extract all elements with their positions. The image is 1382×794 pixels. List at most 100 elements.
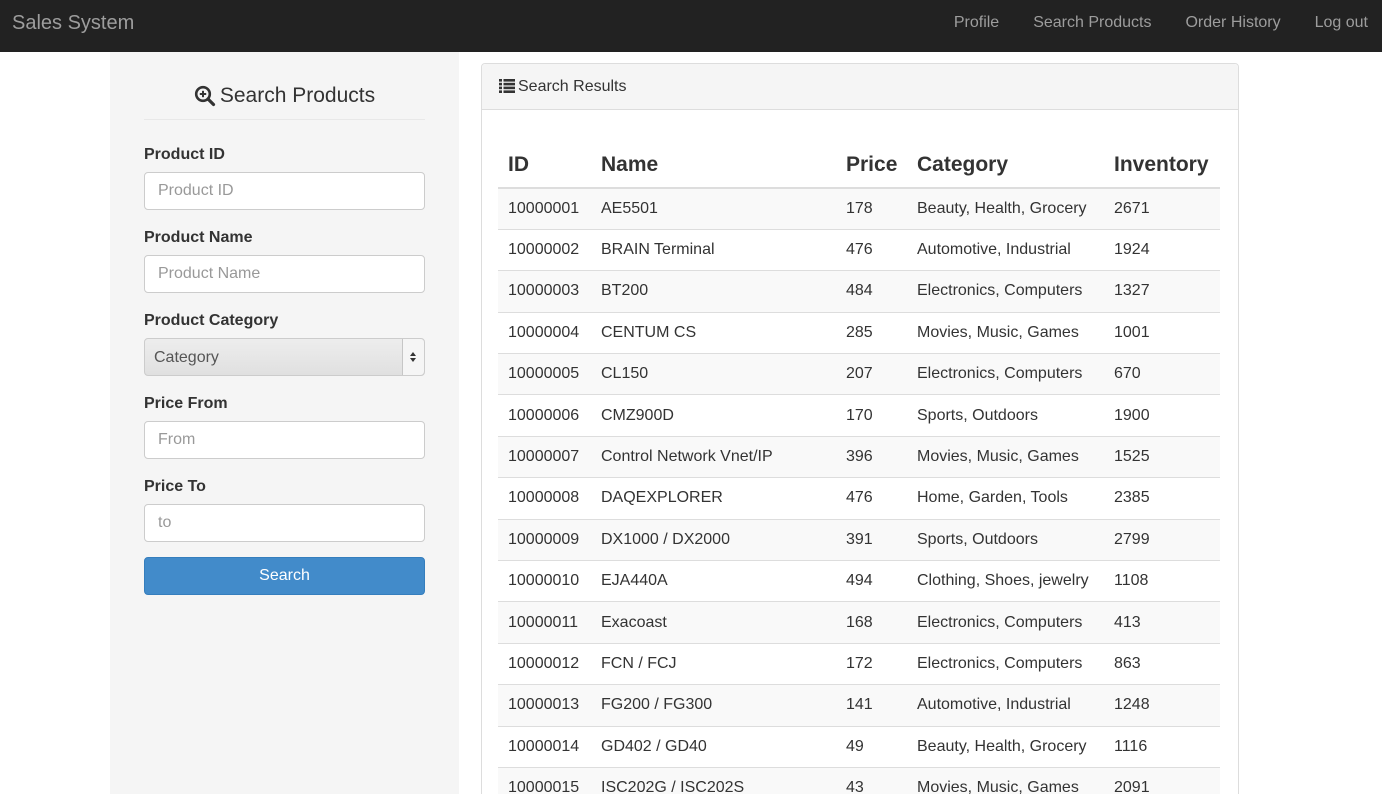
category-select[interactable]: Category	[144, 338, 425, 376]
table-row[interactable]: 10000001 AE5501 178 Beauty, Health, Grocery…	[498, 187, 1220, 230]
table-row[interactable]: 10000013 FG200 / FG300 141 Automotive, Indu…	[498, 684, 1220, 727]
cell-id: 10000012	[498, 642, 591, 685]
cell-id: 10000004	[498, 311, 591, 354]
brand-title[interactable]: Sales System	[12, 12, 134, 34]
table-row[interactable]: 10000009 DX1000 / DX2000 391 Sports, Outdoo…	[498, 518, 1220, 561]
cell-id: 10000001	[498, 187, 591, 230]
cell-name: CENTUM CS	[591, 311, 836, 354]
cell-inventory: 2385	[1104, 477, 1220, 520]
cell-category: Electronics, Computers	[907, 270, 1104, 313]
cell-name: GD402 / GD40	[591, 725, 836, 768]
product-id-group: Product ID	[144, 146, 425, 210]
cell-id: 10000014	[498, 725, 591, 768]
table-row[interactable]: 10000006 CMZ900D 170 Sports, Outdoors 1900	[498, 394, 1220, 437]
cell-price: 494	[836, 560, 907, 602]
cell-name: BT200	[591, 270, 836, 313]
cell-price: 476	[836, 477, 907, 520]
product-category-group: Product Category Category	[144, 312, 425, 376]
cell-inventory: 1001	[1104, 311, 1220, 354]
table-row[interactable]: 10000012 FCN / FCJ 172 Electronics, Compute…	[498, 642, 1220, 685]
cell-name: DX1000 / DX2000	[591, 518, 836, 561]
sidebar-title: Search Products	[219, 84, 376, 107]
price-to-group: Price To	[144, 478, 425, 542]
cell-id: 10000005	[498, 353, 591, 395]
column-header-inventory[interactable]: Inventory	[1104, 143, 1220, 189]
nav-link-search-products[interactable]: Search Products	[1033, 14, 1151, 32]
cell-price: 476	[836, 228, 907, 271]
cell-price: 172	[836, 642, 907, 685]
table-row[interactable]: 10000002 BRAIN Terminal 476 Automotive, Ind…	[498, 228, 1220, 271]
table-row[interactable]: 10000004 CENTUM CS 285 Movies, Music, Games…	[498, 311, 1220, 354]
cell-name: FCN / FCJ	[591, 642, 836, 685]
cell-id: 10000007	[498, 435, 591, 478]
results-title: Search Results	[518, 78, 627, 95]
cell-name: FG200 / FG300	[591, 684, 836, 727]
table-row[interactable]: 10000008 DAQEXPLORER 476 Home, Garden, Tool…	[498, 477, 1220, 520]
cell-category: Electronics, Computers	[907, 353, 1104, 395]
product-id-input[interactable]	[144, 172, 425, 210]
table-row[interactable]: 10000005 CL150 207 Electronics, Computers 67…	[498, 353, 1220, 395]
cell-category: Automotive, Industrial	[907, 684, 1104, 727]
table-row[interactable]: 10000010 EJA440A 494 Clothing, Shoes, jewel…	[498, 560, 1220, 602]
table-row[interactable]: 10000011 Exacoast 168 Electronics, Computer…	[498, 601, 1220, 644]
cell-category: Beauty, Health, Grocery	[907, 725, 1104, 768]
cell-price: 285	[836, 311, 907, 354]
column-header-name[interactable]: Name	[591, 143, 836, 189]
nav-link-profile[interactable]: Profile	[954, 14, 999, 32]
table-row[interactable]: 10000014 GD402 / GD40 49 Beauty, Health, Gr…	[498, 725, 1220, 768]
search-results-panel: Search Results ID Name Price Category In…	[481, 63, 1239, 794]
nav-link-log-out[interactable]: Log out	[1315, 14, 1368, 32]
cell-category: Movies, Music, Games	[907, 766, 1104, 794]
zoom-in-icon	[194, 85, 215, 107]
cell-category: Automotive, Industrial	[907, 228, 1104, 271]
cell-category: Movies, Music, Games	[907, 435, 1104, 478]
search-button[interactable]: Search	[144, 557, 425, 595]
cell-id: 10000009	[498, 518, 591, 561]
cell-price: 49	[836, 725, 907, 768]
price-from-input[interactable]	[144, 421, 425, 459]
cell-inventory: 1525	[1104, 435, 1220, 478]
cell-inventory: 2671	[1104, 187, 1220, 230]
column-header-category[interactable]: Category	[907, 143, 1104, 189]
table-row[interactable]: 10000003 BT200 484 Electronics, Computers 13…	[498, 270, 1220, 313]
cell-inventory: 1900	[1104, 394, 1220, 437]
product-id-label: Product ID	[144, 146, 225, 163]
cell-name: DAQEXPLORER	[591, 477, 836, 520]
cell-inventory: 1924	[1104, 228, 1220, 271]
product-name-input[interactable]	[144, 255, 425, 293]
cell-name: CL150	[591, 353, 836, 395]
price-to-input[interactable]	[144, 504, 425, 542]
results-panel-heading: Search Results	[482, 64, 1238, 110]
sidebar-heading: Search Products	[144, 84, 425, 120]
search-sidebar: Search Products Product ID Product Name …	[110, 52, 459, 794]
nav-link-order-history[interactable]: Order History	[1185, 14, 1280, 32]
cell-name: ISC202G / ISC202S	[591, 766, 836, 794]
column-header-price[interactable]: Price	[836, 143, 907, 189]
cell-id: 10000010	[498, 560, 591, 602]
price-from-group: Price From	[144, 395, 425, 459]
cell-category: Home, Garden, Tools	[907, 477, 1104, 520]
cell-name: CMZ900D	[591, 394, 836, 437]
column-header-id[interactable]: ID	[498, 143, 591, 189]
cell-category: Sports, Outdoors	[907, 518, 1104, 561]
cell-category: Electronics, Computers	[907, 601, 1104, 644]
cell-inventory: 413	[1104, 601, 1220, 644]
cell-price: 396	[836, 435, 907, 478]
cell-inventory: 2799	[1104, 518, 1220, 561]
cell-inventory: 1248	[1104, 684, 1220, 727]
cell-inventory: 670	[1104, 353, 1220, 395]
table-row[interactable]: 10000007 Control Network Vnet/IP 396 Movies…	[498, 435, 1220, 478]
cell-id: 10000002	[498, 228, 591, 271]
cell-id: 10000008	[498, 477, 591, 520]
cell-price: 170	[836, 394, 907, 437]
cell-category: Sports, Outdoors	[907, 394, 1104, 437]
cell-price: 141	[836, 684, 907, 727]
cell-name: Exacoast	[591, 601, 836, 644]
cell-price: 178	[836, 187, 907, 230]
select-arrows-icon	[402, 339, 424, 375]
cell-inventory: 2091	[1104, 766, 1220, 794]
cell-price: 484	[836, 270, 907, 313]
top-navbar: Sales System Profile Search Products Ord…	[0, 0, 1382, 52]
table-row[interactable]: 10000015 ISC202G / ISC202S 43 Movies, Music…	[498, 766, 1220, 794]
cell-price: 43	[836, 766, 907, 794]
